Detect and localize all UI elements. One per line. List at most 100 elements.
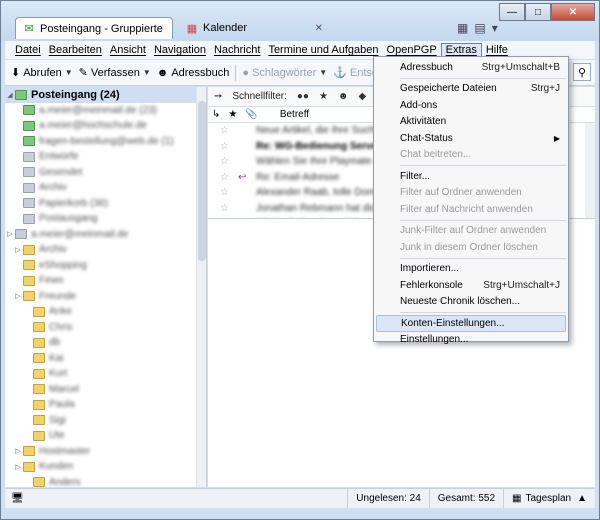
unread-filter-icon[interactable]: ●●	[297, 91, 309, 102]
expand-icon[interactable]: ▷	[5, 230, 15, 238]
star-icon[interactable]: ☆	[220, 203, 232, 214]
menu-item-aktivitäten[interactable]: Aktivitäten	[376, 114, 566, 131]
star-column-icon[interactable]: ★	[228, 109, 237, 120]
folder-scrollbar[interactable]	[196, 87, 206, 487]
menu-nachricht[interactable]: Nachricht	[210, 44, 264, 56]
folder-item[interactable]: eShopping	[5, 258, 206, 274]
tasks-view-icon[interactable]: ▤	[474, 21, 485, 35]
folder-item[interactable]: ▷ Hostmaster	[5, 444, 206, 460]
folder-item[interactable]: Kai	[5, 351, 206, 367]
folder-item[interactable]: db	[5, 335, 206, 351]
online-status-icon[interactable]: 🖥	[5, 493, 24, 504]
folder-item[interactable]: Archiv	[5, 180, 206, 196]
folder-item[interactable]: Papierkorb (36)	[5, 196, 206, 212]
folder-item[interactable]: ▷ Kunden	[5, 459, 206, 475]
folder-item[interactable]: Paula	[5, 397, 206, 413]
folder-item[interactable]: Anke	[5, 304, 206, 320]
menu-datei[interactable]: Datei	[11, 44, 45, 56]
folder-item[interactable]: fragen-bestellung@web.de (1)	[5, 134, 206, 150]
tab-label: Posteingang - Gruppierte Or...	[40, 22, 166, 35]
folder-label: Ute	[49, 430, 65, 442]
folder-item[interactable]: Chris	[5, 320, 206, 336]
folder-label: Fewo	[39, 275, 64, 287]
search-button[interactable]: ⚲	[573, 63, 591, 81]
folder-item[interactable]: Ute	[5, 428, 206, 444]
message-scrollbar[interactable]	[585, 123, 595, 218]
minimize-button[interactable]: —	[499, 3, 525, 21]
star-filter-icon[interactable]: ★	[319, 91, 328, 102]
star-icon[interactable]: ☆	[220, 156, 232, 167]
folder-item[interactable]: Kurt	[5, 366, 206, 382]
tags-button[interactable]: ● Schlagwörter ▼	[242, 67, 327, 79]
expand-icon[interactable]: ▷	[13, 246, 23, 254]
folder-icon	[23, 182, 35, 193]
expand-icon[interactable]: ▷	[13, 463, 23, 471]
folder-item[interactable]: Fewo	[5, 273, 206, 289]
close-icon[interactable]: ✕	[315, 23, 323, 34]
folder-item[interactable]: Sigi	[5, 413, 206, 429]
star-icon[interactable]: ☆	[220, 125, 232, 136]
menu-extras[interactable]: Extras	[440, 43, 482, 57]
expand-icon[interactable]: ▷	[13, 292, 23, 300]
chevron-down-icon[interactable]: ▼	[143, 68, 151, 77]
menu-item-filter[interactable]: Filter...	[376, 168, 566, 185]
star-icon[interactable]: ☆	[220, 218, 232, 219]
menu-item-label: Chat-Status	[400, 132, 453, 144]
menu-bearbeiten[interactable]: Bearbeiten	[45, 44, 106, 56]
tag-filter-icon[interactable]: ◆	[358, 91, 366, 102]
write-button[interactable]: ✎ Verfassen ▼	[79, 66, 151, 80]
menu-separator	[400, 257, 566, 259]
tab-inbox[interactable]: ✉ Posteingang - Gruppierte Or...	[15, 17, 173, 39]
menu-item-label: Filter...	[400, 170, 431, 182]
contact-filter-icon[interactable]: ☻	[338, 91, 349, 102]
scrollbar-thumb[interactable]	[198, 101, 206, 261]
folder-item[interactable]: ▷ Archiv	[5, 242, 206, 258]
menu-item-chat-status[interactable]: Chat-Status ▶	[376, 130, 566, 147]
calendar-view-icon[interactable]: ▦	[457, 21, 468, 35]
menu-ansicht[interactable]: Ansicht	[106, 44, 150, 56]
address-book-button[interactable]: ☻ Adressbuch	[157, 67, 230, 79]
folder-label: Anke	[49, 306, 72, 318]
folder-item[interactable]: Gesendet	[5, 165, 206, 181]
chevron-down-icon[interactable]: ▼	[65, 68, 73, 77]
folder-item[interactable]: a.meier@hochschule.de	[5, 118, 206, 134]
folder-item[interactable]: Entwürfe	[5, 149, 206, 165]
menu-navigation[interactable]: Navigation	[150, 44, 210, 56]
menu-hilfe[interactable]: Hilfe	[482, 44, 512, 56]
menu-openpgp[interactable]: OpenPGP	[383, 44, 441, 56]
folder-item[interactable]: a.meier@meinmail.de (23)	[5, 103, 206, 119]
menu-item-gespeicherte-dateien[interactable]: Gespeicherte Dateien Strg+J	[376, 81, 566, 98]
menu-item-importieren[interactable]: Importieren...	[376, 261, 566, 278]
star-icon[interactable]: ☆	[220, 141, 232, 152]
menu-item-neueste-chronik-löschen[interactable]: Neueste Chronik löschen...	[376, 294, 566, 311]
menu-termine[interactable]: Termine und Aufgaben	[264, 44, 382, 56]
folder-item[interactable]: ▷ Freunde	[5, 289, 206, 305]
folder-item[interactable]: Marcel	[5, 382, 206, 398]
get-mail-button[interactable]: ⬇ Abrufen ▼	[11, 66, 73, 80]
folder-item[interactable]: ▷ a.meier@meinmail.de	[5, 227, 206, 243]
expand-icon[interactable]: ▷	[13, 447, 23, 455]
maximize-button[interactable]: □	[525, 3, 551, 21]
unread-count: Ungelesen: 24	[347, 489, 429, 508]
subject-column-header[interactable]: Betreff	[280, 109, 309, 120]
expand-icon[interactable]: ◢	[5, 91, 15, 99]
menu-item-fehlerkonsole[interactable]: Fehlerkonsole Strg+Umschalt+J	[376, 277, 566, 294]
folder-item[interactable]: ◢ Posteingang (24)	[5, 87, 206, 103]
attachment-column-icon[interactable]: 📎	[245, 109, 257, 120]
menu-item-add-ons[interactable]: Add-ons	[376, 97, 566, 114]
star-icon[interactable]: ☆	[220, 187, 232, 198]
menu-item-konten-einstellungen[interactable]: Konten-Einstellungen...	[376, 315, 566, 332]
folder-icon	[33, 322, 45, 333]
chevron-down-icon[interactable]: ▾	[492, 21, 498, 35]
star-icon[interactable]: ☆	[220, 172, 232, 183]
close-button[interactable]: ✕	[551, 3, 595, 21]
folder-label: Gesendet	[39, 166, 83, 178]
folder-item[interactable]: Postausgang	[5, 211, 206, 227]
thread-column-icon[interactable]: ↳	[212, 109, 220, 120]
folder-item[interactable]: Anders	[5, 475, 206, 487]
tab-calendar[interactable]: ▦ Kalender ✕	[179, 17, 329, 39]
pin-icon[interactable]: ➙	[214, 91, 222, 102]
menu-item-adressbuch[interactable]: Adressbuch Strg+Umschalt+B	[376, 59, 566, 76]
menu-item-einstellungen[interactable]: Einstellungen...	[376, 332, 566, 349]
today-pane-toggle[interactable]: ▦ Tagesplan ▲	[503, 489, 595, 508]
